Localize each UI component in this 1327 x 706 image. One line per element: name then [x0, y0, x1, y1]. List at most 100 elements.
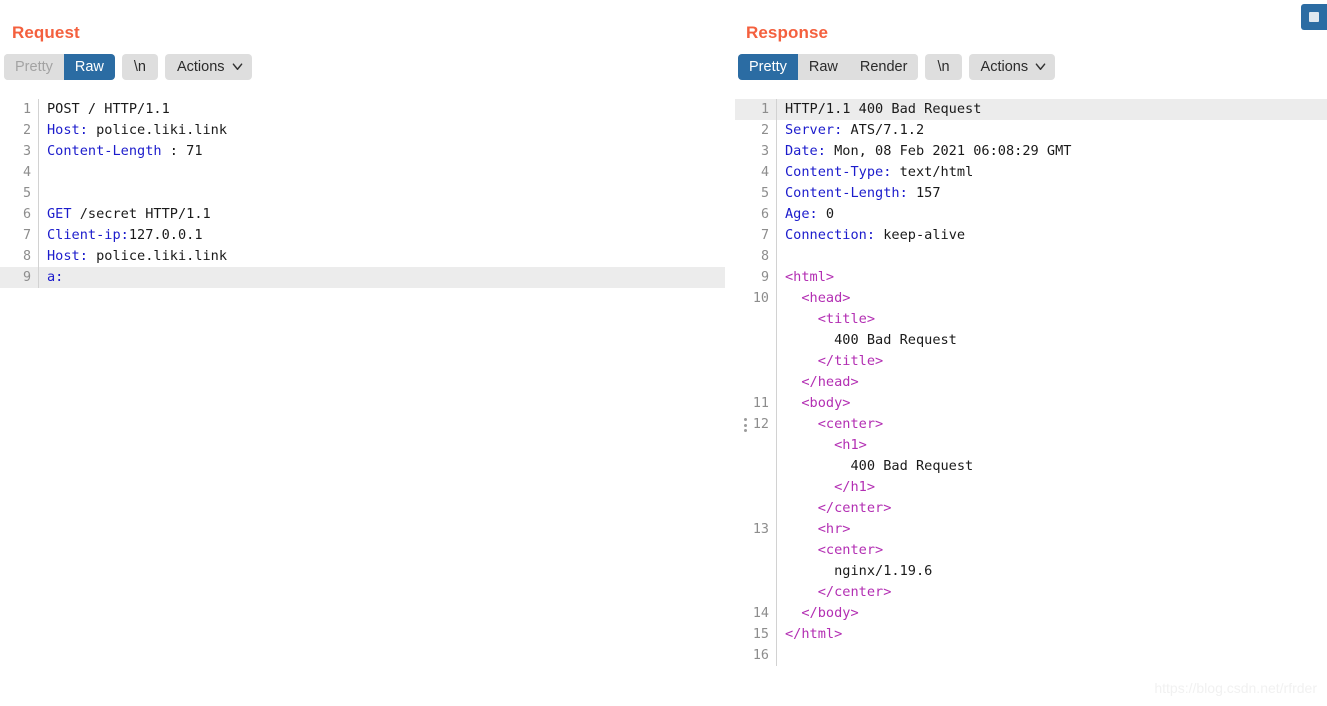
code-line[interactable]: 1 POST / HTTP/1.1: [0, 99, 725, 120]
code-line[interactable]: 400 Bad Request: [735, 456, 1327, 477]
code-text: Server: ATS/7.1.2: [777, 120, 1327, 141]
code-text: <head>: [777, 288, 1327, 309]
response-tab-raw[interactable]: Raw: [797, 53, 849, 80]
line-number: 3: [760, 144, 769, 159]
token: : 71: [161, 143, 203, 159]
code-text: </title>: [777, 351, 1327, 372]
code-line[interactable]: 6 GET /secret HTTP/1.1: [0, 204, 725, 225]
code-line[interactable]: 3 Content-Length : 71: [0, 141, 725, 162]
drag-handle-icon[interactable]: [743, 418, 748, 432]
expand-icon: [1309, 12, 1319, 22]
code-text: 400 Bad Request: [777, 330, 1327, 351]
code-text: 400 Bad Request: [777, 456, 1327, 477]
response-actions-button[interactable]: Actions: [968, 53, 1056, 80]
code-line[interactable]: 9 a:: [0, 267, 725, 288]
code-line[interactable]: </title>: [735, 351, 1327, 372]
request-tab-pretty: Pretty: [4, 53, 64, 80]
line-number: 11: [752, 396, 769, 411]
code-line[interactable]: 5 Content-Length: 157: [735, 183, 1327, 204]
request-view-tabs: Pretty Raw: [4, 53, 115, 80]
token: Date:: [785, 143, 826, 159]
response-tab-pretty[interactable]: Pretty: [738, 53, 798, 80]
code-line[interactable]: <h1>: [735, 435, 1327, 456]
line-number: 7: [760, 228, 769, 243]
token: <h1>: [785, 437, 867, 453]
chevron-down-icon: [1035, 63, 1046, 70]
request-actions-label: Actions: [176, 58, 225, 75]
code-line[interactable]: 12 <center>: [735, 414, 1327, 435]
code-line[interactable]: <center>: [735, 540, 1327, 561]
panel-expand-button[interactable]: [1301, 4, 1327, 30]
request-tab-raw[interactable]: Raw: [63, 53, 115, 80]
code-line[interactable]: 2 Host: police.liki.link: [0, 120, 725, 141]
line-number: 8: [22, 249, 31, 264]
code-line[interactable]: 8 Host: police.liki.link: [0, 246, 725, 267]
code-line[interactable]: </h1>: [735, 477, 1327, 498]
code-line[interactable]: 16: [735, 645, 1327, 666]
code-line[interactable]: 15 </html>: [735, 624, 1327, 645]
code-line[interactable]: 3 Date: Mon, 08 Feb 2021 06:08:29 GMT: [735, 141, 1327, 162]
code-line[interactable]: 11 <body>: [735, 393, 1327, 414]
request-tabbar: Pretty Raw \n Actions: [0, 46, 725, 80]
token: </head>: [785, 374, 859, 390]
line-number: 1: [760, 102, 769, 117]
response-title: Response: [746, 23, 829, 42]
request-editor[interactable]: 1 POST / HTTP/1.1 2 Host: police.liki.link 3…: [0, 99, 725, 706]
code-line[interactable]: 7 Connection: keep-alive: [735, 225, 1327, 246]
token: Content-Length:: [785, 185, 908, 201]
code-text: <body>: [777, 393, 1327, 414]
token: <center>: [785, 542, 884, 558]
request-actions-button[interactable]: Actions: [164, 53, 252, 80]
code-text: <center>: [777, 414, 1327, 435]
code-line[interactable]: 13 <hr>: [735, 519, 1327, 540]
code-text: Client-ip:127.0.0.1: [39, 225, 725, 246]
token: <center>: [785, 416, 884, 432]
code-text: Host: police.liki.link: [39, 120, 725, 141]
line-number: 12: [735, 414, 776, 435]
code-line[interactable]: 14 </body>: [735, 603, 1327, 624]
token: police.liki.link: [87, 122, 228, 138]
response-tabbar: Pretty Raw Render \n Actions: [735, 46, 1327, 80]
response-newline-button[interactable]: \n: [925, 53, 962, 80]
token: </h1>: [785, 479, 876, 495]
code-text: </h1>: [777, 477, 1327, 498]
code-text: a:: [39, 267, 725, 288]
line-number: 6: [22, 207, 31, 222]
code-text: POST / HTTP/1.1: [39, 99, 725, 120]
code-line[interactable]: <title>: [735, 309, 1327, 330]
token: </html>: [785, 626, 843, 642]
code-line[interactable]: 400 Bad Request: [735, 330, 1327, 351]
code-text: Host: police.liki.link: [39, 246, 725, 267]
line-number: 2: [760, 123, 769, 138]
code-line[interactable]: </head>: [735, 372, 1327, 393]
code-line[interactable]: 9 <html>: [735, 267, 1327, 288]
line-number: 10: [752, 291, 769, 306]
line-number: 1: [22, 102, 31, 117]
code-line[interactable]: 1 HTTP/1.1 400 Bad Request: [735, 99, 1327, 120]
token: Client-ip:: [47, 227, 129, 243]
code-line[interactable]: </center>: [735, 582, 1327, 603]
code-line[interactable]: 8: [735, 246, 1327, 267]
response-editor[interactable]: 1 HTTP/1.1 400 Bad Request 2 Server: ATS/7.…: [735, 99, 1327, 706]
code-line[interactable]: 2 Server: ATS/7.1.2: [735, 120, 1327, 141]
code-line[interactable]: 4 Content-Type: text/html: [735, 162, 1327, 183]
request-pane: Request Pretty Raw \n Actions 1 POST / HTT…: [0, 0, 725, 706]
code-line[interactable]: 5: [0, 183, 725, 204]
token: text/html: [891, 164, 974, 180]
code-line[interactable]: 4: [0, 162, 725, 183]
request-newline-button[interactable]: \n: [121, 53, 158, 80]
response-tab-render[interactable]: Render: [848, 53, 919, 80]
code-line[interactable]: 6 Age: 0: [735, 204, 1327, 225]
token: Host:: [47, 248, 88, 264]
code-line[interactable]: 10 <head>: [735, 288, 1327, 309]
code-text: </head>: [777, 372, 1327, 393]
line-number: 6: [760, 207, 769, 222]
code-line[interactable]: </center>: [735, 498, 1327, 519]
token: Server:: [785, 122, 843, 138]
code-line[interactable]: 7 Client-ip:127.0.0.1: [0, 225, 725, 246]
token: nginx/1.19.6: [785, 563, 933, 579]
code-line[interactable]: nginx/1.19.6: [735, 561, 1327, 582]
pane-divider[interactable]: [725, 0, 735, 706]
line-number: 16: [752, 648, 769, 663]
